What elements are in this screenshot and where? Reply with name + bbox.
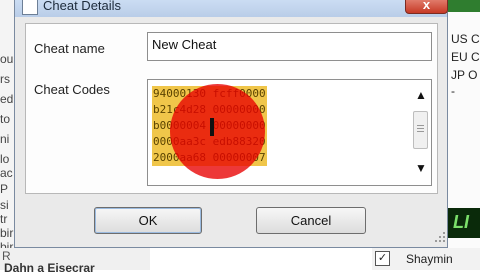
- bg-left-text: ni: [0, 132, 10, 146]
- bg-left-text: si: [0, 198, 9, 212]
- scroll-thumb[interactable]: [413, 111, 428, 149]
- bg-left-text: P: [0, 182, 9, 196]
- background-bottom-right: ✓ Shaymin: [372, 248, 480, 270]
- close-button[interactable]: x: [405, 0, 448, 14]
- text-cursor-icon: [210, 118, 214, 136]
- bg-left-text: to: [0, 112, 11, 126]
- bg-right-text: EU C: [451, 50, 480, 64]
- bg-right-text: JP O: [451, 68, 478, 82]
- bg-right-banner-text: LI: [453, 212, 469, 232]
- cheat-codes-textarea[interactable]: 94000130 fcff0000 b21c4d28 00000000 b000…: [147, 79, 432, 186]
- cheat-codes-label: Cheat Codes: [34, 82, 110, 97]
- bg-right-banner: LI: [447, 208, 480, 238]
- bg-left-text: ou: [0, 52, 14, 66]
- bg-left-text: ed: [0, 92, 14, 106]
- scroll-up-arrow-icon[interactable]: ▲: [415, 88, 427, 102]
- bg-left-text: lo: [0, 152, 10, 166]
- ok-button[interactable]: OK: [94, 207, 202, 234]
- bg-left-text: rs: [0, 72, 10, 86]
- bg-right-text: -: [451, 84, 455, 98]
- bg-left-text: bir: [0, 226, 14, 240]
- bg-left-text: tr: [0, 212, 8, 226]
- cheat-details-dialog: Cheat Details x Cheat name New Cheat Che…: [14, 0, 448, 248]
- background-bottom-left: R Dahn a Eisecrar: [0, 248, 150, 275]
- bg-left-text: ac: [0, 166, 13, 180]
- bg-right-stripe: [447, 0, 480, 12]
- cheat-name-input[interactable]: New Cheat: [147, 32, 432, 61]
- cheat-form-panel: Cheat name New Cheat Cheat Codes 9400013…: [25, 23, 438, 194]
- bg-checkbox[interactable]: ✓: [375, 251, 390, 266]
- dialog-title-bar[interactable]: Cheat Details x: [15, 0, 448, 17]
- codes-scrollbar[interactable]: ▲ ▼: [412, 81, 430, 184]
- resize-grip-icon[interactable]: [435, 232, 445, 242]
- window-icon: [22, 0, 38, 15]
- red-circle-marker: [170, 84, 265, 179]
- bg-right-text: US C: [451, 32, 480, 46]
- bg-checkbox-label: Shaymin: [406, 252, 453, 266]
- bg-bottom-left-title: Dahn a Eisecrar: [4, 261, 95, 275]
- scroll-down-arrow-icon[interactable]: ▼: [415, 161, 427, 175]
- dialog-title: Cheat Details: [43, 0, 122, 13]
- cheat-name-label: Cheat name: [34, 41, 105, 56]
- background-right-panel: US C EU C JP O - LI: [446, 0, 480, 270]
- cancel-button[interactable]: Cancel: [256, 207, 366, 234]
